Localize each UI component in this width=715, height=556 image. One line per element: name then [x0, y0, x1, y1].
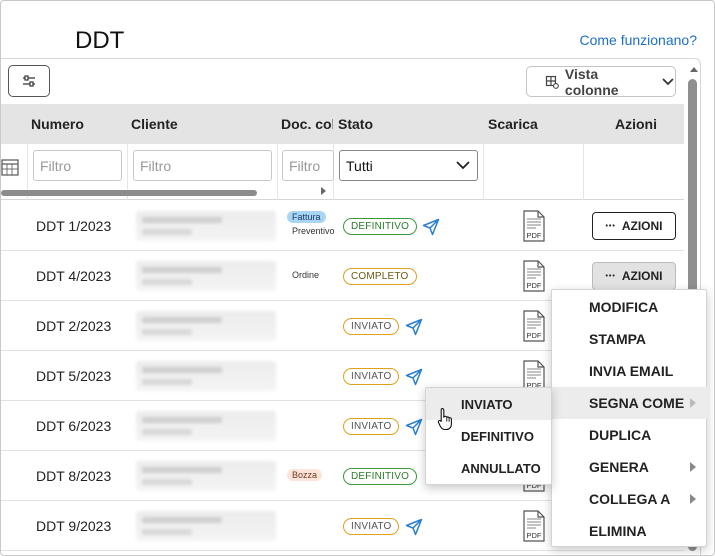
- client-name-redacted: [136, 511, 276, 541]
- column-header-stato[interactable]: Stato: [338, 116, 373, 132]
- ddt-number[interactable]: DDT 9/2023: [36, 518, 111, 534]
- horizontal-scrollbar[interactable]: [1, 190, 257, 196]
- help-link[interactable]: Come funzionano?: [579, 32, 697, 48]
- column-header-cliente[interactable]: Cliente: [131, 116, 178, 132]
- status-badge: INVIATO: [343, 418, 400, 435]
- send-icon[interactable]: [421, 217, 441, 237]
- ddt-number[interactable]: DDT 4/2023: [36, 268, 111, 284]
- menu-item-modifica[interactable]: MODIFICA: [552, 291, 708, 323]
- menu-item-elimina[interactable]: ELIMINA: [552, 515, 708, 547]
- column-header-scarica: Scarica: [488, 116, 538, 132]
- client-name-redacted: [136, 211, 276, 241]
- status-badge: DEFINITIVO: [343, 468, 418, 485]
- submenu-item-annullato[interactable]: ANNULLATO: [426, 452, 551, 484]
- linked-doc-badge[interactable]: Bozza: [287, 469, 323, 481]
- status-badge: INVIATO: [343, 518, 400, 535]
- actions-button[interactable]: ••• AZIONI: [592, 212, 676, 240]
- menu-item-label: COLLEGA A: [589, 491, 671, 507]
- ddt-number[interactable]: DDT 2/2023: [36, 318, 111, 334]
- chevron-right-icon: [690, 398, 696, 408]
- status-badge: DEFINITIVO: [343, 218, 418, 235]
- segna-come-submenu: INVIATO DEFINITIVO ANNULLATO: [425, 387, 552, 485]
- menu-item-label: SEGNA COME: [589, 395, 685, 411]
- column-header-doc[interactable]: Doc. coll: [281, 116, 333, 132]
- stato-filter-value: Tutti: [346, 157, 373, 174]
- more-dots-icon: •••: [605, 222, 616, 230]
- columns-view-label: Vista colonne: [564, 65, 619, 98]
- menu-item-stampa[interactable]: STAMPA: [552, 323, 708, 355]
- filters-toggle-button[interactable]: [8, 65, 50, 97]
- stato-filter-select[interactable]: Tutti: [339, 150, 478, 181]
- menu-item-collega-a[interactable]: COLLEGA A: [552, 483, 708, 515]
- chevron-right-icon: [690, 494, 696, 504]
- status-badge: INVIATO: [343, 318, 400, 335]
- columns-view-button[interactable]: Vista colonne: [526, 65, 676, 98]
- numero-filter-input[interactable]: Filtro: [33, 150, 122, 181]
- chevron-down-icon: [662, 77, 674, 85]
- client-name-redacted: [136, 361, 276, 391]
- actions-button[interactable]: ••• AZIONI: [592, 262, 676, 290]
- column-header-azioni: Azioni: [615, 116, 657, 132]
- page-title: DDT: [75, 27, 125, 54]
- menu-item-label: STAMPA: [589, 331, 647, 347]
- client-name-redacted: [136, 411, 276, 441]
- cliente-filter-input[interactable]: Filtro: [133, 150, 272, 181]
- app-window: DDT Come funzionano? Vista colonne Numer…: [0, 0, 715, 556]
- menu-item-label: MODIFICA: [589, 299, 659, 315]
- menu-item-duplica[interactable]: DUPLICA: [552, 419, 708, 451]
- columns-icon: [545, 75, 559, 89]
- more-dots-icon: •••: [605, 272, 616, 280]
- send-icon[interactable]: [404, 517, 424, 537]
- pdf-download-icon[interactable]: PDF: [522, 310, 546, 342]
- actions-button-label: AZIONI: [621, 219, 663, 233]
- status-badge: COMPLETO: [343, 268, 417, 285]
- menu-item-genera[interactable]: GENERA: [552, 451, 708, 483]
- chevron-right-icon: [690, 462, 696, 472]
- ddt-number[interactable]: DDT 6/2023: [36, 418, 111, 434]
- scroll-up-icon[interactable]: [690, 67, 698, 72]
- menu-item-invia-email[interactable]: INVIA EMAIL: [552, 355, 708, 387]
- column-header-numero[interactable]: Numero: [31, 116, 84, 132]
- menu-item-label: DUPLICA: [589, 427, 652, 443]
- scroll-right-icon[interactable]: [321, 187, 326, 195]
- pdf-label: PDF: [527, 231, 542, 240]
- client-name-redacted: [136, 311, 276, 341]
- send-icon[interactable]: [404, 417, 424, 437]
- menu-item-label: ELIMINA: [589, 523, 647, 539]
- sliders-icon: [23, 75, 35, 87]
- client-name-redacted: [136, 261, 276, 291]
- calendar-icon[interactable]: [1, 158, 19, 176]
- menu-item-label: INVIA EMAIL: [589, 363, 674, 379]
- pdf-download-icon[interactable]: PDF: [522, 260, 546, 292]
- linked-doc-badge[interactable]: Fattura: [287, 211, 326, 223]
- menu-item-label: GENERA: [589, 459, 649, 475]
- pdf-download-icon[interactable]: PDF: [522, 210, 546, 242]
- ddt-number[interactable]: DDT 8/2023: [36, 468, 111, 484]
- ddt-number[interactable]: DDT 1/2023: [36, 218, 111, 234]
- table-row[interactable]: DDT 1/2023 Fattura Preventivo DEFINITIVO PDF…: [1, 201, 684, 251]
- chevron-down-icon: [456, 161, 470, 170]
- hand-pointer-cursor-icon: [437, 407, 452, 431]
- ddt-number[interactable]: DDT 5/2023: [36, 368, 111, 384]
- menu-item-segna-come[interactable]: SEGNA COME: [552, 387, 708, 419]
- pdf-label: PDF: [527, 531, 542, 540]
- submenu-item-label: DEFINITIVO: [461, 428, 534, 444]
- pdf-label: PDF: [527, 281, 542, 290]
- linked-doc-badge[interactable]: Preventivo: [287, 225, 340, 237]
- actions-button-label: AZIONI: [621, 269, 663, 283]
- pdf-download-icon[interactable]: PDF: [522, 510, 546, 542]
- client-name-redacted: [136, 461, 276, 491]
- linked-doc-badge[interactable]: Ordine: [287, 269, 324, 281]
- status-badge: INVIATO: [343, 368, 400, 385]
- submenu-item-label: INVIATO: [461, 396, 513, 412]
- submenu-item-label: ANNULLATO: [461, 460, 541, 476]
- send-icon[interactable]: [404, 367, 424, 387]
- doc-filter-input[interactable]: Filtro: [282, 150, 334, 181]
- table-header: Numero Cliente Doc. coll Stato Scarica A…: [1, 104, 684, 144]
- actions-menu: MODIFICA STAMPA INVIA EMAIL SEGNA COME D…: [551, 289, 708, 547]
- send-icon[interactable]: [404, 317, 424, 337]
- pdf-label: PDF: [527, 331, 542, 340]
